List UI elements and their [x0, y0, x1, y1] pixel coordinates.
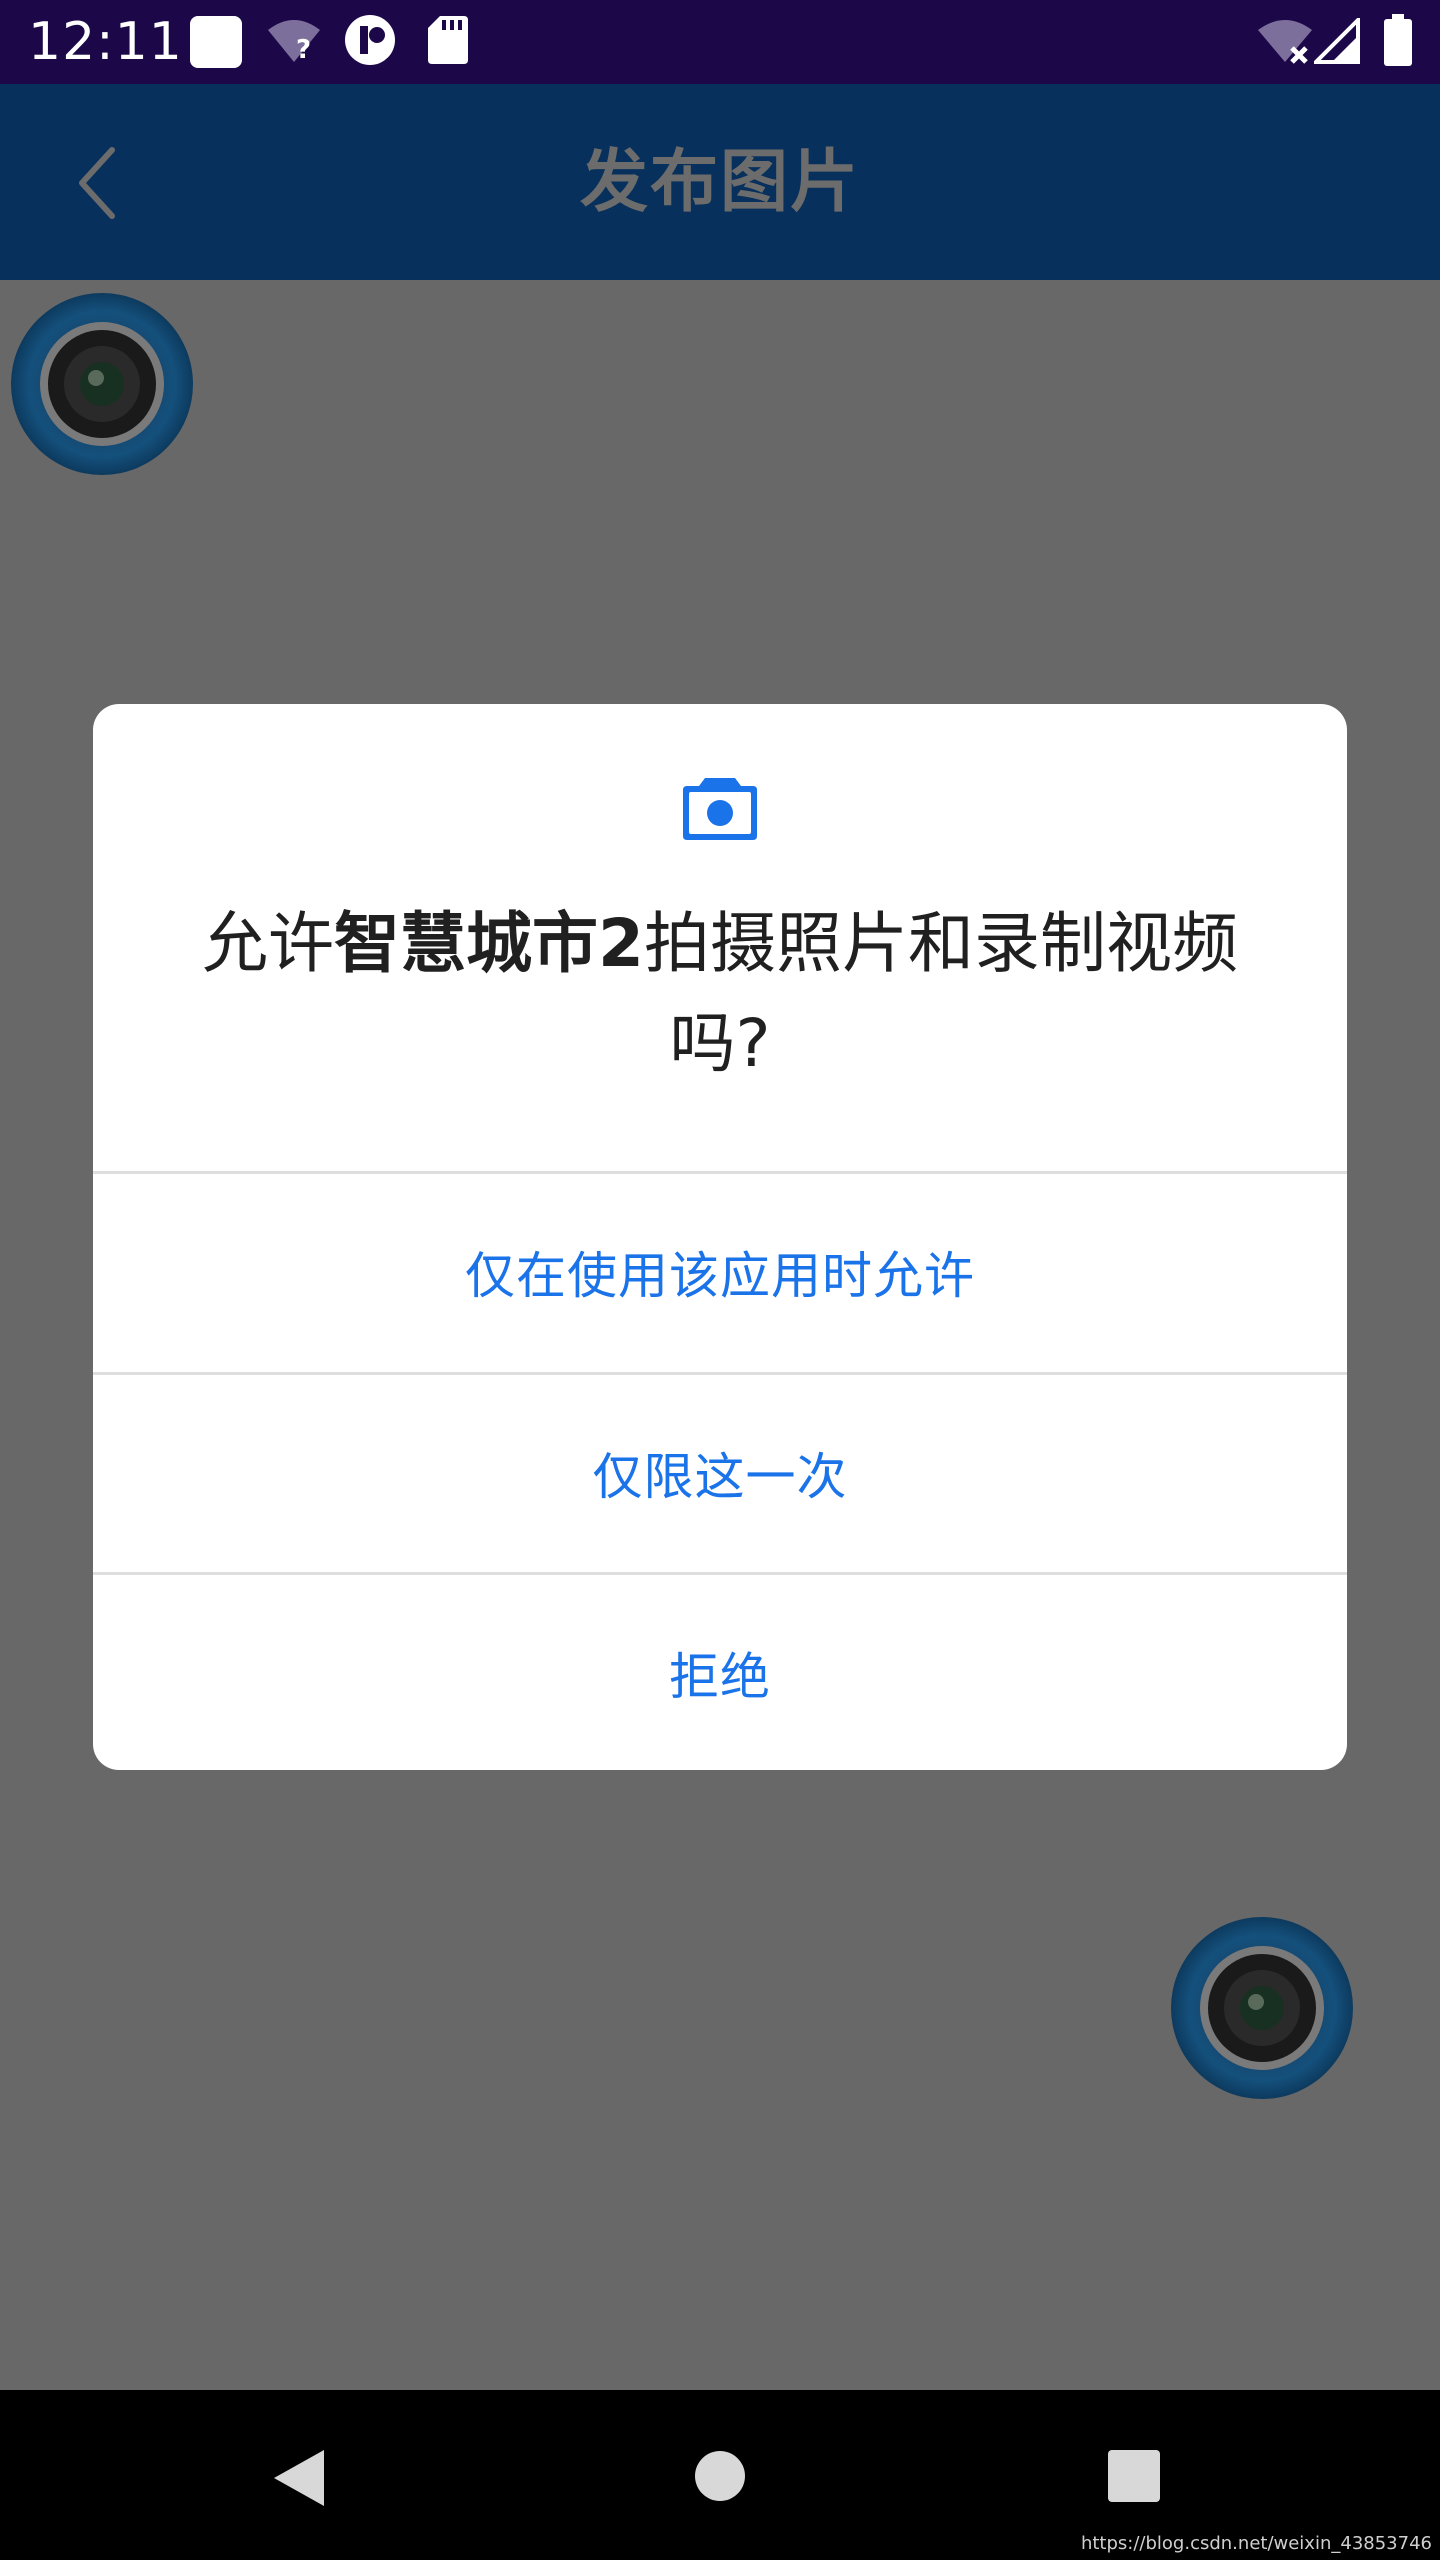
- permission-dialog: 允许智慧城市2拍摄照片和录制视频吗? 仅在使用该应用时允许 仅限这一次 拒绝: [93, 704, 1347, 1770]
- app-bar: 发布图片: [0, 84, 1440, 280]
- watermark: https://blog.csdn.net/weixin_43853746: [1080, 2533, 1432, 2554]
- notification-square-icon: [190, 16, 242, 68]
- app-notification-icon: [345, 15, 395, 65]
- navigation-bar: https://blog.csdn.net/weixin_43853746: [0, 2390, 1440, 2560]
- status-bar: 12:11 ?: [0, 0, 1440, 84]
- allow-once-button[interactable]: 仅限这一次: [93, 1375, 1347, 1571]
- permission-message: 允许智慧城市2拍摄照片和录制视频吗?: [173, 894, 1267, 1094]
- camera-button-bottom-right[interactable]: [1170, 1916, 1354, 2100]
- message-prefix: 允许: [202, 905, 335, 982]
- page-title: 发布图片: [579, 143, 860, 222]
- battery-icon: [1384, 14, 1412, 66]
- back-triangle-icon[interactable]: [272, 2448, 326, 2508]
- cell-signal-icon: [1314, 18, 1360, 64]
- app-name: 智慧城市2: [334, 905, 644, 982]
- status-time: 12:11: [28, 12, 183, 72]
- deny-button[interactable]: 拒绝: [93, 1575, 1347, 1770]
- allow-while-using-button[interactable]: 仅在使用该应用时允许: [93, 1174, 1347, 1370]
- sd-card-icon: [428, 16, 468, 64]
- camera-button-top-left[interactable]: [10, 292, 194, 476]
- recents-square-icon[interactable]: [1108, 2450, 1160, 2502]
- camera-icon: [683, 778, 757, 840]
- svg-text:?: ?: [296, 35, 311, 64]
- home-circle-icon[interactable]: [694, 2450, 746, 2502]
- wifi-off-icon: [1258, 20, 1312, 64]
- wifi-unknown-icon: ?: [268, 20, 320, 64]
- message-suffix: 拍摄照片和录制视频吗?: [643, 905, 1238, 1082]
